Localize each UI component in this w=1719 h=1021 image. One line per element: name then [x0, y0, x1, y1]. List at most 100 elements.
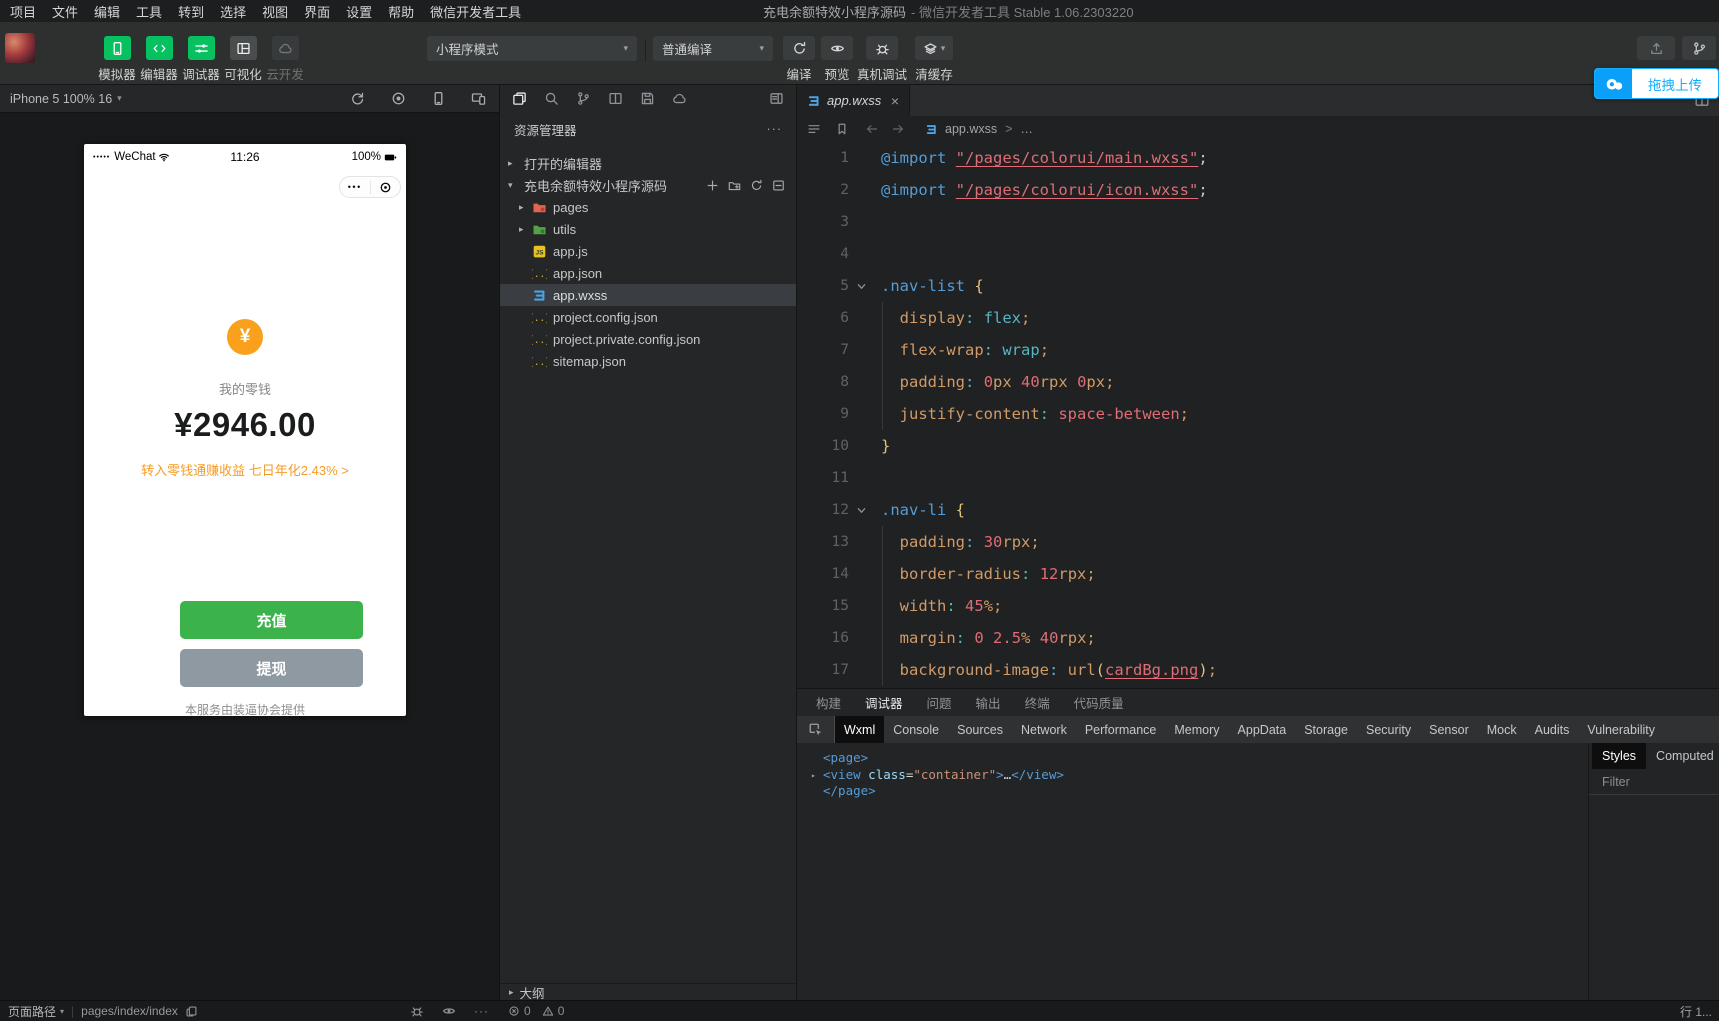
toolbar-preview-button[interactable]: 预览: [817, 36, 857, 83]
drag-upload-pill[interactable]: 拖拽上传: [1594, 68, 1719, 99]
devtools-tab-console[interactable]: Console: [884, 716, 948, 743]
menu-item-编辑[interactable]: 编辑: [94, 2, 120, 21]
code-line-7[interactable]: 7 flex-wrap: wrap;: [797, 334, 1719, 366]
menu-item-选择[interactable]: 选择: [220, 2, 246, 21]
code-line-1[interactable]: 1 @import "/pages/colorui/main.wxss";: [797, 142, 1719, 174]
tree-item-sitemap-json[interactable]: {..} sitemap.json: [500, 350, 796, 372]
code-line-15[interactable]: 15 width: 45%;: [797, 590, 1719, 622]
code-line-4[interactable]: 4: [797, 238, 1719, 270]
compile-mode-select[interactable]: 普通编译 ▾: [653, 36, 773, 61]
tree-section-project[interactable]: ▾ 充电余额特效小程序源码: [500, 174, 796, 196]
tree-section-open-editors[interactable]: ▸ 打开的编辑器: [500, 152, 796, 174]
code-line-6[interactable]: 6 display: flex;: [797, 302, 1719, 334]
toolbar-editor-button[interactable]: 编辑器: [139, 36, 179, 83]
menu-item-项目[interactable]: 项目: [10, 2, 36, 21]
version-control-button[interactable]: [1682, 36, 1716, 60]
tree-item-app-json[interactable]: {..} app.json: [500, 262, 796, 284]
code-line-8[interactable]: 8 padding: 0px 40rpx 0px;: [797, 366, 1719, 398]
menu-item-微信开发者工具[interactable]: 微信开发者工具: [430, 2, 521, 21]
toolbar-visual-button[interactable]: 可视化: [223, 36, 263, 83]
page-path-dropdown[interactable]: 页面路径 ▾: [8, 1003, 64, 1020]
styles-tab-styles[interactable]: Styles: [1592, 743, 1647, 769]
problems-summary[interactable]: 0 0: [508, 1001, 571, 1021]
cursor-position[interactable]: 行 1...: [1680, 1001, 1712, 1021]
code-line-11[interactable]: 11: [797, 462, 1719, 494]
close-icon[interactable]: ×: [891, 94, 899, 108]
new-folder-icon[interactable]: [728, 179, 741, 192]
tree-item-pages[interactable]: ▸ pages: [500, 196, 796, 218]
toolbar-debugger-button[interactable]: 调试器: [181, 36, 221, 83]
files-icon[interactable]: [512, 91, 527, 106]
code-line-12[interactable]: 12 .nav-li {: [797, 494, 1719, 526]
panel-tab-输出[interactable]: 输出: [976, 693, 1001, 712]
devtools-tab-audits[interactable]: Audits: [1526, 716, 1579, 743]
git-branch-icon[interactable]: [576, 91, 591, 106]
tab-app-wxss[interactable]: app.wxss ×: [797, 85, 910, 116]
new-file-icon[interactable]: [706, 179, 719, 192]
save-icon[interactable]: [640, 91, 655, 106]
more-icon[interactable]: ···: [474, 1004, 489, 1018]
fold-chevron-icon[interactable]: [849, 505, 873, 516]
wxml-node-1[interactable]: ▸ <view class="container">…</view>: [811, 767, 1588, 784]
menu-item-设置[interactable]: 设置: [346, 2, 372, 21]
breadcrumb-more[interactable]: …: [1020, 122, 1033, 136]
mode-select[interactable]: 小程序模式 ▾: [427, 36, 637, 61]
devtools-tab-performance[interactable]: Performance: [1076, 716, 1166, 743]
panel-toggle-icon[interactable]: [769, 91, 784, 106]
upload-button[interactable]: [1637, 36, 1675, 60]
inspect-element-button[interactable]: [797, 716, 835, 743]
devtools-tab-sensor[interactable]: Sensor: [1420, 716, 1478, 743]
collapse-all-icon[interactable]: [772, 179, 785, 192]
outline-section[interactable]: ▸ 大纲: [500, 983, 796, 1001]
menu-item-文件[interactable]: 文件: [52, 2, 78, 21]
split-view-icon[interactable]: [608, 91, 623, 106]
tree-item-project-config-json[interactable]: {..} project.config.json: [500, 306, 796, 328]
chevron-right-icon[interactable]: ▸: [811, 768, 816, 785]
menu-item-界面[interactable]: 界面: [304, 2, 330, 21]
menu-item-视图[interactable]: 视图: [262, 2, 288, 21]
tree-item-utils[interactable]: ▸ utils: [500, 218, 796, 240]
code-line-2[interactable]: 2 @import "/pages/colorui/icon.wxss";: [797, 174, 1719, 206]
code-line-10[interactable]: 10}: [797, 430, 1719, 462]
code-line-3[interactable]: 3: [797, 206, 1719, 238]
device-frame-icon[interactable]: [431, 91, 446, 106]
copy-path-icon[interactable]: [185, 1005, 198, 1018]
devtools-tab-mock[interactable]: Mock: [1478, 716, 1526, 743]
styles-tab-computed[interactable]: Computed: [1646, 743, 1719, 769]
panel-tab-终端[interactable]: 终端: [1025, 693, 1050, 712]
panel-tab-问题[interactable]: 问题: [927, 693, 952, 712]
code-line-5[interactable]: 5 .nav-list {: [797, 270, 1719, 302]
capsule-more-button[interactable]: •••: [340, 182, 370, 192]
devtools-tab-network[interactable]: Network: [1012, 716, 1076, 743]
code-line-9[interactable]: 9 justify-content: space-between;: [797, 398, 1719, 430]
panel-tab-调试器[interactable]: 调试器: [865, 693, 903, 712]
avatar[interactable]: [5, 33, 35, 63]
refresh-explorer-icon[interactable]: [750, 179, 763, 192]
fold-chevron-icon[interactable]: [849, 281, 873, 292]
multi-device-icon[interactable]: [471, 91, 486, 106]
menu-item-工具[interactable]: 工具: [136, 2, 162, 21]
code-line-16[interactable]: 16 margin: 0 2.5% 40rpx;: [797, 622, 1719, 654]
code-editor[interactable]: 1 @import "/pages/colorui/main.wxss"; 2 @im…: [797, 142, 1719, 688]
recharge-button[interactable]: 充值: [180, 601, 363, 639]
code-line-17[interactable]: 17 background-image: url(cardBg.png);: [797, 654, 1719, 686]
tree-item-app-wxss[interactable]: app.wxss: [500, 284, 796, 306]
devtools-tab-vulnerability[interactable]: Vulnerability: [1578, 716, 1664, 743]
panel-tab-构建[interactable]: 构建: [816, 693, 841, 712]
code-line-13[interactable]: 13 padding: 30rpx;: [797, 526, 1719, 558]
search-icon[interactable]: [544, 91, 559, 106]
devtools-tab-appdata[interactable]: AppData: [1229, 716, 1296, 743]
toolbar-cloud-dev-button[interactable]: 云开发: [265, 36, 305, 83]
tree-item-app-js[interactable]: JS app.js: [500, 240, 796, 262]
code-line-14[interactable]: 14 border-radius: 12rpx;: [797, 558, 1719, 590]
debug-icon[interactable]: [410, 1004, 424, 1018]
toolbar-device-debug-button[interactable]: 真机调试: [855, 36, 909, 83]
bookmark-icon[interactable]: [835, 122, 849, 136]
wxml-node-0[interactable]: <page>: [811, 750, 1588, 767]
panel-tab-代码质量[interactable]: 代码质量: [1074, 693, 1124, 712]
navigate-back-icon[interactable]: [865, 122, 879, 136]
breadcrumb-file[interactable]: app.wxss: [945, 122, 997, 136]
record-icon[interactable]: [391, 91, 406, 106]
outline-list-icon[interactable]: [807, 122, 821, 136]
menu-item-转到[interactable]: 转到: [178, 2, 204, 21]
